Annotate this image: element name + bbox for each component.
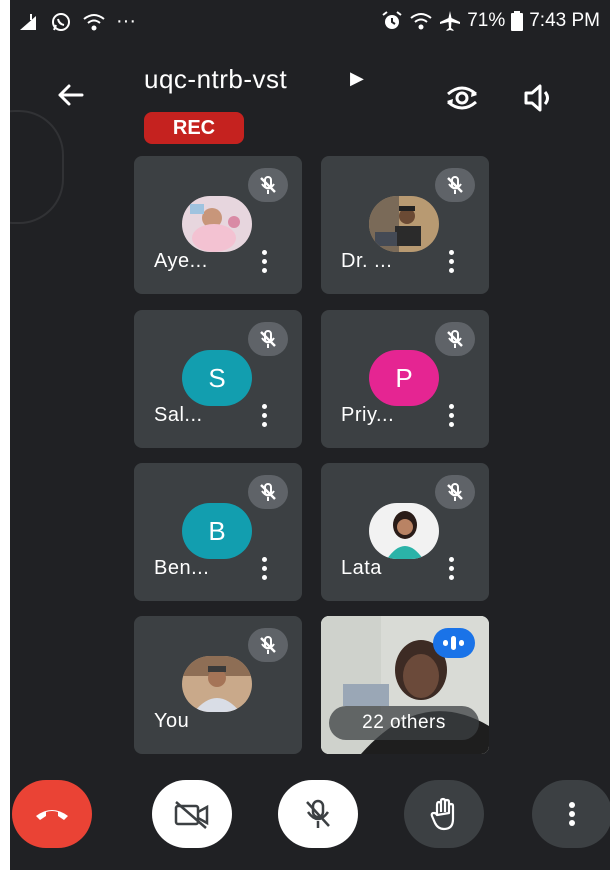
participant-name: You: [154, 710, 190, 732]
muted-badge: [248, 628, 288, 662]
battery-percent: 71%: [467, 10, 506, 31]
meeting-header: uqc-ntrb-vst ▶ REC: [10, 50, 610, 150]
status-overflow: ···: [116, 10, 136, 32]
more-vert-icon[interactable]: [449, 557, 455, 581]
muted-badge: [435, 322, 475, 356]
camera-toggle-button[interactable]: [152, 780, 232, 848]
clock: 7:43 PM: [529, 10, 600, 31]
mic-off-icon: [260, 483, 276, 501]
mic-off-icon: [260, 176, 276, 194]
more-vert-icon[interactable]: [262, 250, 268, 274]
participant-tile[interactable]: P Priy...: [321, 310, 489, 448]
mic-off-icon: [447, 330, 463, 348]
participant-name: Sal...: [154, 404, 203, 426]
avatar: [369, 196, 439, 252]
avatar-initial: P: [369, 350, 439, 406]
wifi-signal-icon: [410, 13, 432, 30]
caret-right-icon[interactable]: ▶: [350, 68, 364, 89]
signal-icon: [20, 13, 36, 30]
participant-name: Aye...: [154, 250, 208, 272]
recording-badge: REC: [144, 112, 244, 144]
avatar-initial: B: [182, 503, 252, 559]
speaking-indicator-icon: [433, 628, 475, 658]
more-vert-icon[interactable]: [449, 404, 455, 428]
status-bar: ··· 71% 7:43 PM: [10, 0, 610, 44]
airplane-icon: [440, 11, 461, 31]
mic-off-icon: [260, 636, 276, 654]
participant-tile[interactable]: B Ben...: [134, 463, 302, 601]
avatar: [369, 503, 439, 559]
wifi-icon: [83, 13, 105, 30]
camera-off-icon: [174, 801, 209, 829]
avatar: [182, 196, 252, 252]
participant-name: Dr. ...: [341, 250, 393, 272]
switch-camera-icon[interactable]: [442, 80, 482, 116]
participant-tile[interactable]: Aye...: [134, 156, 302, 294]
more-vert-icon[interactable]: [449, 250, 455, 274]
whatsapp-icon: [52, 12, 70, 31]
participant-name: Ben...: [154, 557, 210, 579]
end-call-button[interactable]: [12, 780, 92, 848]
speaker-icon[interactable]: [522, 80, 558, 116]
participant-tile[interactable]: Lata: [321, 463, 489, 601]
participant-tile[interactable]: Dr. ...: [321, 156, 489, 294]
mic-off-icon: [447, 483, 463, 501]
battery-icon: [511, 11, 524, 31]
avatar: [182, 656, 252, 712]
participant-name: Lata: [341, 557, 382, 579]
others-count: 22 others: [329, 706, 479, 740]
others-tile[interactable]: 22 others: [321, 616, 489, 754]
more-vert-icon[interactable]: [262, 557, 268, 581]
more-options-button[interactable]: [532, 780, 610, 848]
raise-hand-button[interactable]: [404, 780, 484, 848]
mic-off-icon: [306, 799, 330, 828]
meet-screen: ··· 71% 7:43 PM uqc-ntrb-vst ▶ REC Aye..…: [10, 0, 610, 870]
participant-name: Priy...: [341, 404, 395, 426]
muted-badge: [435, 168, 475, 202]
muted-badge: [248, 475, 288, 509]
status-left: ···: [18, 10, 136, 33]
status-right: 71% 7:43 PM: [381, 10, 600, 32]
back-arrow-icon[interactable]: [54, 78, 88, 112]
alarm-icon: [382, 11, 402, 29]
muted-badge: [248, 168, 288, 202]
mic-off-icon: [260, 330, 276, 348]
self-tile[interactable]: You: [134, 616, 302, 754]
mic-toggle-button[interactable]: [278, 780, 358, 848]
hand-icon: [430, 797, 455, 831]
hang-up-icon: [36, 810, 68, 820]
more-vert-icon: [569, 802, 575, 826]
muted-badge: [248, 322, 288, 356]
avatar-initial: S: [182, 350, 252, 406]
mic-off-icon: [447, 176, 463, 194]
muted-badge: [435, 475, 475, 509]
meeting-title[interactable]: uqc-ntrb-vst: [144, 64, 287, 95]
participant-tile[interactable]: S Sal...: [134, 310, 302, 448]
more-vert-icon[interactable]: [262, 404, 268, 428]
